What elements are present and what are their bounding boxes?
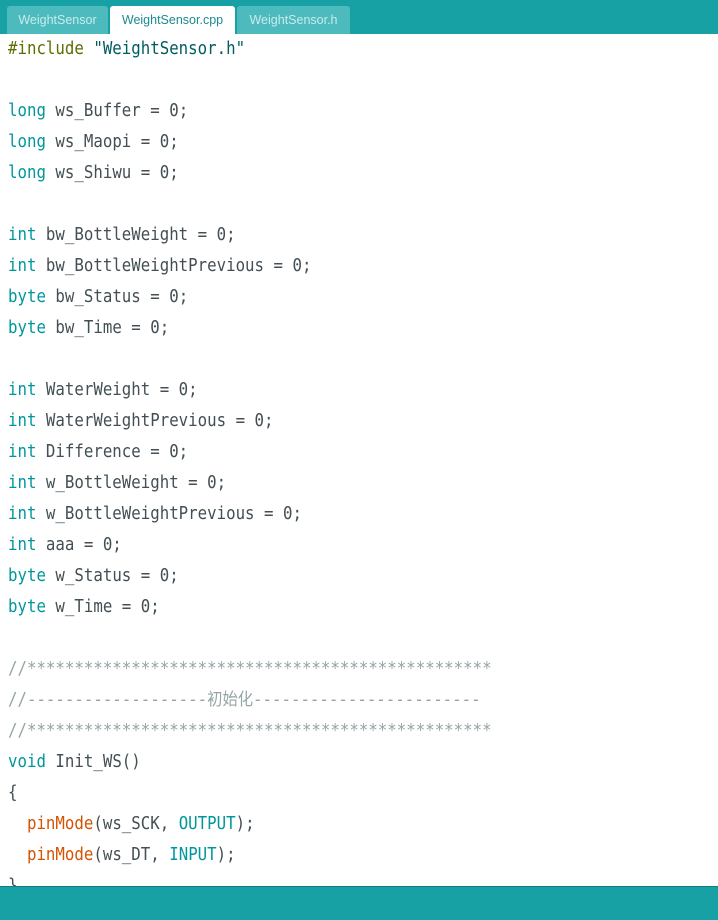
code-line: void Init_WS(): [8, 747, 492, 778]
code-token: ws_Shiwu = 0;: [45, 163, 179, 183]
code-token: ------------------------: [253, 690, 481, 710]
code-line: int bw_BottleWeightPrevious = 0;: [8, 251, 492, 282]
code-token: int: [8, 442, 37, 462]
code-line: int WaterWeight = 0;: [8, 375, 492, 406]
code-token: aaa = 0;: [36, 535, 122, 555]
status-bar: [0, 886, 718, 920]
code-token: INPUT: [169, 845, 217, 865]
code-token: byte: [8, 318, 46, 338]
code-line: int WaterWeightPrevious = 0;: [8, 406, 492, 437]
code-token: Init_WS(): [45, 752, 141, 772]
code-token: int: [8, 411, 37, 431]
code-token: ws_Buffer = 0;: [45, 101, 189, 121]
code-token: pinMode: [26, 814, 94, 834]
code-line: {: [8, 778, 492, 809]
tab-bar: WeightSensor WeightSensor.cpp WeightSens…: [0, 0, 718, 34]
code-token: int: [8, 380, 37, 400]
code-token: w_BottleWeight = 0;: [36, 473, 227, 493]
code-token: byte: [8, 597, 46, 617]
code-token: bw_BottleWeightPrevious = 0;: [36, 256, 312, 276]
code-line: int w_BottleWeightPrevious = 0;: [8, 499, 492, 530]
code-token: );: [216, 845, 236, 865]
code-token: //-------------------: [8, 690, 208, 710]
code-token: );: [235, 814, 255, 834]
code-token: //**************************************…: [8, 721, 492, 741]
code-line: int bw_BottleWeight = 0;: [8, 220, 492, 251]
code-line: }: [8, 871, 492, 886]
code-token: bw_Time = 0;: [45, 318, 170, 338]
code-token: #include: [8, 39, 94, 59]
code-line: byte bw_Status = 0;: [8, 282, 492, 313]
code-token: WaterWeightPrevious = 0;: [36, 411, 274, 431]
code-line: //**************************************…: [8, 716, 492, 747]
code-token: long: [8, 101, 46, 121]
code-token: int: [8, 504, 37, 524]
code-token: int: [8, 473, 37, 493]
code-line: long ws_Buffer = 0;: [8, 96, 492, 127]
code-token: long: [8, 163, 46, 183]
code-token: OUTPUT: [178, 814, 236, 834]
code-line: //-------------------初始化----------------…: [8, 685, 492, 716]
code-token: int: [8, 225, 37, 245]
code-token: ws_Maopi = 0;: [45, 132, 179, 152]
code-token: (ws_SCK,: [93, 814, 179, 834]
code-token: "WeightSensor.h": [93, 39, 246, 59]
code-line: pinMode(ws_DT, INPUT);: [8, 840, 492, 871]
code-line: int Difference = 0;: [8, 437, 492, 468]
code-editor[interactable]: #include "WeightSensor.h" long ws_Buffer…: [0, 34, 718, 886]
code-line: byte w_Status = 0;: [8, 561, 492, 592]
code-token: pinMode: [26, 845, 94, 865]
tab-weightsensor-cpp[interactable]: WeightSensor.cpp: [110, 6, 235, 34]
code-line: //**************************************…: [8, 654, 492, 685]
code-token: Difference = 0;: [36, 442, 189, 462]
code-line: #include "WeightSensor.h": [8, 34, 492, 65]
code-token: bw_Status = 0;: [45, 287, 189, 307]
code-line: int aaa = 0;: [8, 530, 492, 561]
code-token: w_Status = 0;: [45, 566, 179, 586]
code-token: WaterWeight = 0;: [36, 380, 198, 400]
code-token: byte: [8, 566, 46, 586]
code-line: long ws_Maopi = 0;: [8, 127, 492, 158]
code-line: byte w_Time = 0;: [8, 592, 492, 623]
code-token: w_Time = 0;: [45, 597, 160, 617]
code-line: int w_BottleWeight = 0;: [8, 468, 492, 499]
code-token: }: [8, 876, 18, 886]
code-line: pinMode(ws_SCK, OUTPUT);: [8, 809, 492, 840]
code-token: int: [8, 535, 37, 555]
code-token: {: [8, 783, 18, 803]
code-token: (ws_DT,: [93, 845, 170, 865]
code-token: long: [8, 132, 46, 152]
code-token: 初始化: [207, 690, 254, 710]
code-token: byte: [8, 287, 46, 307]
code-token: bw_BottleWeight = 0;: [36, 225, 236, 245]
code-token: int: [8, 256, 37, 276]
code-token: //**************************************…: [8, 659, 492, 679]
code-lines: #include "WeightSensor.h" long ws_Buffer…: [8, 34, 545, 886]
code-line: long ws_Shiwu = 0;: [8, 158, 492, 189]
tab-weightsensor[interactable]: WeightSensor: [7, 6, 108, 34]
code-token: void: [8, 752, 46, 772]
tab-weightsensor-h[interactable]: WeightSensor.h: [237, 6, 350, 34]
code-token: w_BottleWeightPrevious = 0;: [36, 504, 302, 524]
code-line: byte bw_Time = 0;: [8, 313, 492, 344]
